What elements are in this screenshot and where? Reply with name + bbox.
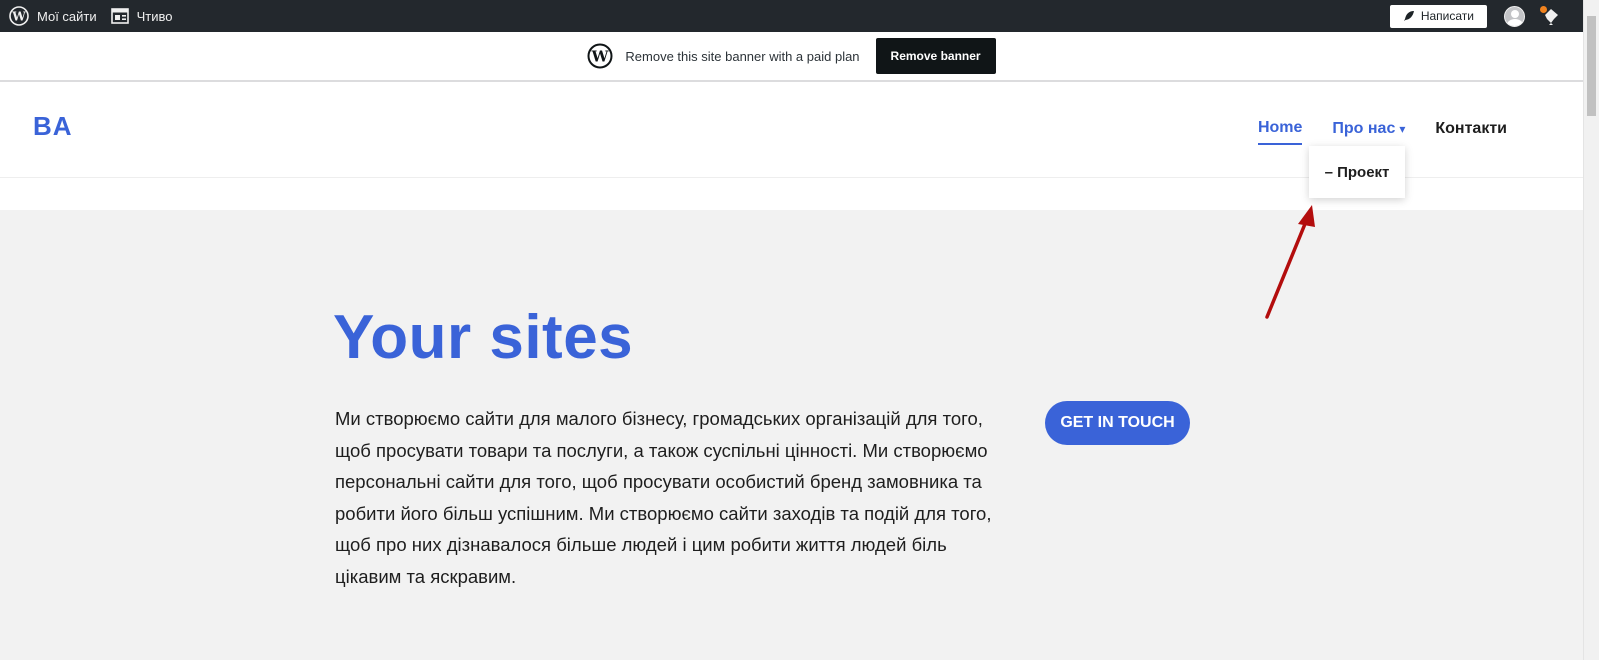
hero-title: Your sites <box>333 303 634 372</box>
reader-label: Чтиво <box>136 8 173 24</box>
banner-text: Remove this site banner with a paid plan <box>625 48 860 64</box>
svg-text:W: W <box>591 48 610 66</box>
reader-menu[interactable]: Чтиво <box>110 0 173 32</box>
feather-pen-icon <box>1403 11 1414 21</box>
wordpress-logo-icon: W <box>587 43 613 69</box>
page-scrollbar[interactable] <box>1583 0 1599 660</box>
user-avatar-icon[interactable] <box>1504 5 1525 27</box>
notification-dot <box>1540 6 1547 13</box>
admin-bar-right: Написати <box>1389 0 1583 32</box>
reader-icon <box>110 8 129 24</box>
site-title[interactable]: BA <box>33 111 73 142</box>
chevron-down-icon: ▾ <box>1399 122 1406 136</box>
notifications-button[interactable] <box>1539 4 1563 28</box>
write-button[interactable]: Написати <box>1389 4 1487 28</box>
hero-section: Your sites Ми створюємо сайти для малого… <box>0 210 1583 660</box>
nav-item-home[interactable]: Home <box>1257 119 1303 145</box>
site-banner: W Remove this site banner with a paid pl… <box>0 32 1583 82</box>
svg-text:W: W <box>11 10 26 24</box>
main-navigation: Home Про нас ▾ Контакти <box>1228 119 1507 145</box>
my-sites-label: Мої сайти <box>37 8 97 24</box>
hero-description: Ми створюємо сайти для малого бізнесу, г… <box>335 408 992 587</box>
admin-bar: W Мої сайти Чтиво Написати <box>0 0 1583 32</box>
nav-item-contacts[interactable]: Контакти <box>1435 120 1507 144</box>
red-arrow-annotation-icon <box>1265 205 1315 319</box>
submenu-item-project[interactable]: – Проект <box>1309 146 1405 198</box>
remove-banner-button[interactable]: Remove banner <box>875 38 996 74</box>
nav-item-about[interactable]: Про нас ▾ <box>1332 120 1405 144</box>
my-sites-menu[interactable]: W Мої сайти <box>0 0 111 32</box>
wordpress-logo-icon: W <box>9 6 29 26</box>
get-in-touch-button[interactable]: GET IN TOUCH <box>1045 401 1190 445</box>
scrollbar-thumb[interactable] <box>1587 16 1596 116</box>
write-label: Написати <box>1420 9 1474 23</box>
nav-item-about-label: Про нас <box>1332 120 1396 137</box>
